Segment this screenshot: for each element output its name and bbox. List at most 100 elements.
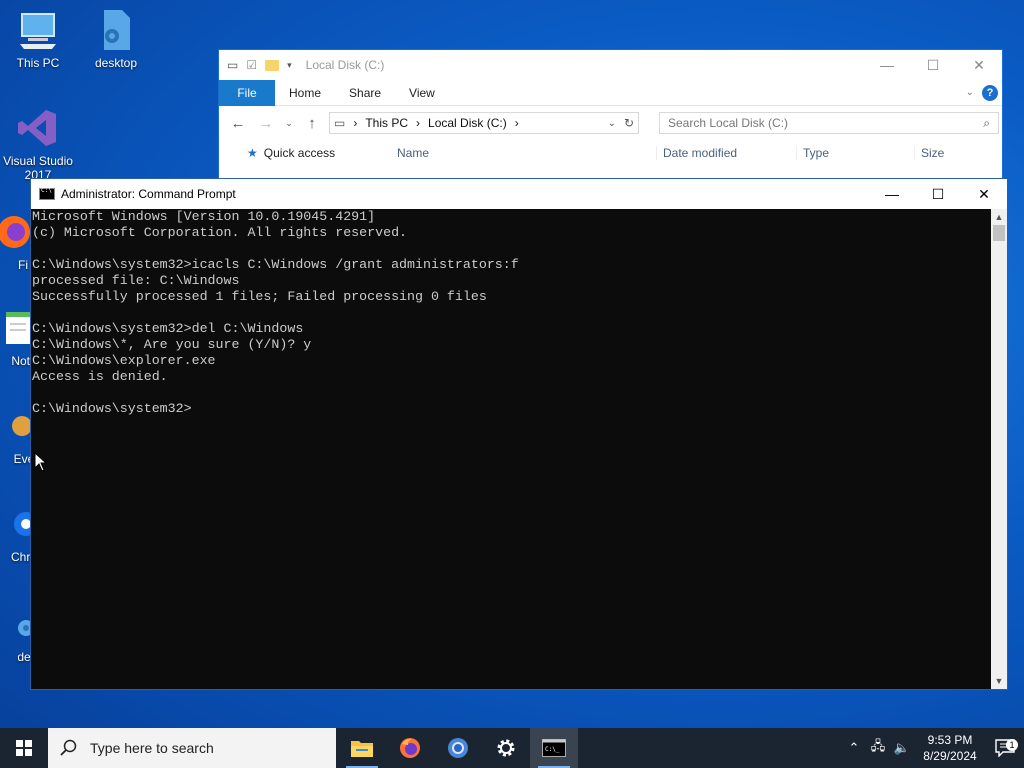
taskbar-file-explorer[interactable] [338,728,386,768]
tab-home[interactable]: Home [275,86,335,100]
new-folder-icon[interactable] [265,59,280,71]
command-prompt-icon [39,187,55,200]
desktop-icon-desktop[interactable]: desktop [78,8,154,70]
chrome-icon [448,738,468,758]
explorer-title: Local Disk (C:) [305,58,385,72]
settings-file-icon [94,8,138,52]
tab-view[interactable]: View [395,86,449,100]
system-tray: ⌃ 🖧 🔈 9:53 PM 8/29/2024 1 [842,728,1024,768]
console-line: C:\Windows\*, Are you sure (Y/N)? y [32,337,312,352]
taskbar-clock[interactable]: 9:53 PM 8/29/2024 [914,732,986,764]
file-explorer-icon [351,741,373,757]
maximize-button[interactable]: ☐ [915,179,961,209]
console-prompt-line[interactable]: C:\Windows\system32> [32,401,993,417]
drive-icon: ▭ [334,116,346,130]
chevron-up-icon[interactable]: ⌃ [842,740,866,756]
console-line: Microsoft Windows [Version 10.0.19045.42… [32,209,376,224]
mouse-pointer-icon [34,451,48,477]
recent-locations-icon[interactable]: ⌄ [283,118,295,129]
column-type-label: Type [803,146,830,160]
desktop-icon-visual-studio[interactable]: Visual Studio 2017 [0,106,76,182]
file-list-header: ★ Quick access Name Date modified Type S… [219,140,1002,166]
desktop-icon-this-pc[interactable]: This PC [0,8,76,70]
file-explorer-window[interactable]: ▭ ☑ ▾ Local Disk (C:) — ☐ ✕ File Home Sh… [218,49,1003,189]
command-prompt-window[interactable]: Administrator: Command Prompt — ☐ ✕ Micr… [30,178,1008,690]
notification-count-badge: 1 [1006,739,1018,751]
expand-ribbon-icon[interactable]: ⌄ [966,87,974,98]
console-line: processed file: C:\Windows [32,273,240,288]
tab-share[interactable]: Share [335,86,395,100]
console-output[interactable]: Microsoft Windows [Version 10.0.19045.42… [31,209,993,691]
close-button[interactable]: ✕ [961,179,1007,209]
quick-access-label: Quick access [263,146,336,160]
breadcrumb-separator-icon[interactable]: › [416,116,420,130]
address-row: ← → ⌄ ↑ ▭ › This PC › Local Disk (C:) › … [219,106,1002,140]
search-icon: ⌕ [983,115,990,130]
network-icon[interactable]: 🖧 [866,737,890,759]
tab-file[interactable]: File [219,79,275,106]
breadcrumb-local-disk[interactable]: Local Disk (C:) [428,116,507,130]
taskbar-search-placeholder: Type here to search [90,740,214,756]
minimize-button[interactable]: — [869,179,915,209]
console-line: Successfully processed 1 files; Failed p… [32,289,487,304]
maximize-button[interactable]: ☐ [910,50,956,80]
explorer-title-bar: ▭ ☑ ▾ Local Disk (C:) — ☐ ✕ [219,50,1002,80]
explorer-search-input[interactable]: Search Local Disk (C:) ⌕ [659,112,999,134]
nav-quick-access[interactable]: ★ Quick access [219,146,397,160]
ribbon-tabs: File Home Share View ⌄ ? [219,79,1002,106]
help-icon[interactable]: ? [982,84,998,101]
console-line: Access is denied. [32,369,168,384]
chevron-down-icon[interactable]: ▾ [287,60,292,71]
column-size[interactable]: Size [915,146,991,160]
console-line: (c) Microsoft Corporation. All rights re… [32,225,408,240]
taskbar-firefox[interactable] [386,728,434,768]
star-icon: ★ [247,146,258,160]
column-date-label: Date modified [663,146,738,160]
search-icon [60,739,77,756]
taskbar-chrome[interactable] [434,728,482,768]
column-name[interactable]: Name [397,146,657,160]
address-dropdown-icon[interactable]: ⌄ [608,118,616,129]
taskbar-settings[interactable] [482,728,530,768]
drive-icon: ▭ [227,58,239,72]
scroll-down-icon[interactable]: ▼ [991,673,1007,689]
up-arrow-icon[interactable]: ↑ [301,115,323,132]
column-date-modified[interactable]: Date modified [657,146,797,160]
vertical-scrollbar[interactable]: ▲ ▼ [991,209,1007,689]
search-placeholder: Search Local Disk (C:) [668,116,789,130]
column-type[interactable]: Type [797,146,915,160]
volume-muted-icon[interactable]: 🔈 [890,740,914,756]
address-bar[interactable]: ▭ › This PC › Local Disk (C:) › ⌄ ↻ [329,112,639,134]
back-arrow-icon[interactable]: ← [227,115,249,132]
minimize-button[interactable]: — [864,50,910,80]
start-button[interactable] [0,728,48,768]
taskbar: Type here to search C:\_ ⌃ 🖧 🔈 9:53 PM 8… [0,728,1024,768]
cmd-title: Administrator: Command Prompt [61,187,236,201]
forward-arrow-icon[interactable]: → [255,115,277,132]
clock-time: 9:53 PM [927,733,973,747]
column-size-label: Size [921,146,945,160]
breadcrumb-separator-icon[interactable]: › [515,116,519,130]
cmd-title-bar[interactable]: Administrator: Command Prompt — ☐ ✕ [31,179,1007,209]
action-center-button[interactable]: 1 [986,739,1024,757]
clock-date: 8/29/2024 [923,749,977,763]
refresh-icon[interactable]: ↻ [624,116,634,130]
close-button[interactable]: ✕ [956,50,1002,80]
taskbar-command-prompt[interactable]: C:\_ [530,728,578,768]
console-line: C:\Windows\system32>del C:\Windows [32,321,304,336]
properties-icon[interactable]: ☑ [246,58,257,72]
breadcrumb-this-pc[interactable]: This PC [365,116,408,130]
scrollbar-thumb[interactable] [993,225,1005,241]
firefox-icon [400,738,420,758]
desktop-icon-label: This PC [16,56,60,70]
taskbar-search-box[interactable]: Type here to search [48,728,336,768]
breadcrumb-separator-icon[interactable]: › [353,116,357,130]
console-line: C:\Windows\system32>icacls C:\Windows /g… [32,257,519,272]
scroll-up-icon[interactable]: ▲ [991,209,1007,225]
desktop-icon-label: desktop [94,56,138,70]
visual-studio-icon [16,106,60,150]
column-name-label: Name [397,146,430,160]
